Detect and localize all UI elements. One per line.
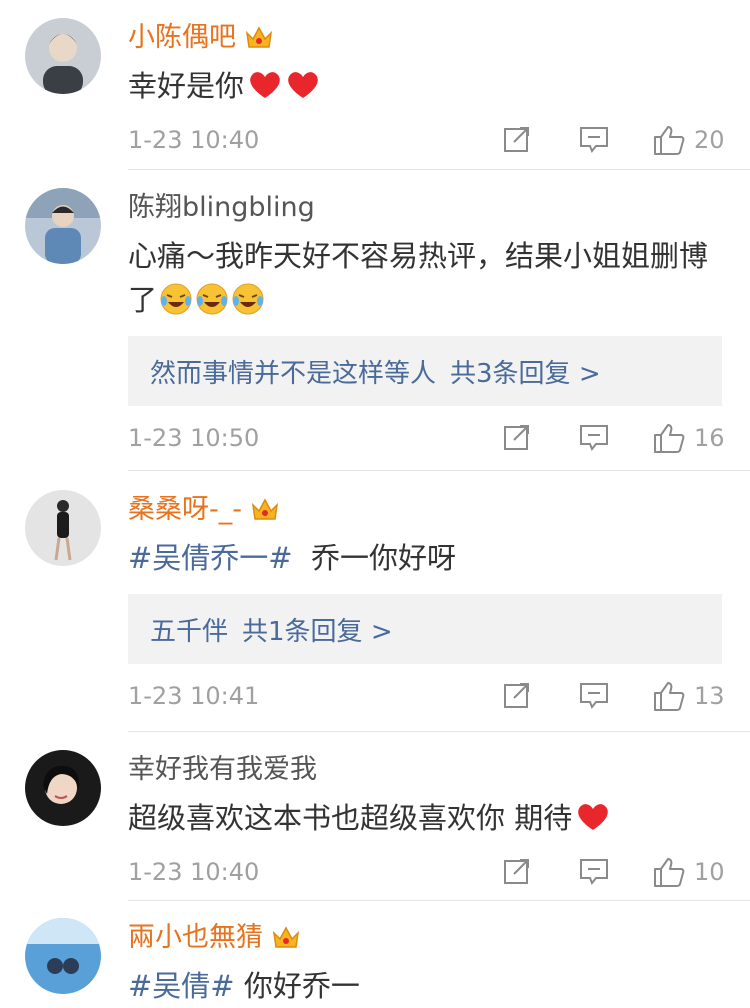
comment-time: 1-23 10:40 (128, 126, 260, 154)
reply-names: 然而事情并不是这样等人 (150, 358, 437, 389)
divider (128, 731, 750, 732)
comment-feed: 小陈偶吧 幸好是你 1-23 10:40 20 陈翔blingbling 心痛～… (0, 0, 750, 1003)
heart-emoji (286, 68, 320, 98)
comment-icon (580, 127, 608, 153)
username[interactable]: 幸好我有我爱我 (128, 750, 317, 790)
avatar[interactable] (25, 490, 101, 566)
comment-text: 幸好是你 (128, 64, 722, 108)
avatar[interactable] (25, 188, 101, 264)
share-icon (504, 683, 529, 708)
username[interactable]: 兩小也無猜 (128, 918, 263, 958)
like-count: 20 (694, 126, 725, 154)
comment-icon (580, 425, 608, 451)
comment-time: 1-23 10:41 (128, 682, 260, 710)
hashtag-link[interactable]: #吴倩# (128, 969, 235, 1003)
comment-text: #吴倩# 你好乔一 (128, 964, 722, 1008)
divider (128, 470, 750, 471)
reply-preview[interactable]: 然而事情并不是这样等人 共3条回复 > (128, 336, 722, 406)
comment-text: 心痛～我昨天好不容易热评，结果小姐姐删博了 (128, 234, 722, 322)
comment-icon (580, 859, 608, 885)
comment-button[interactable] (578, 124, 610, 154)
comment-time: 1-23 10:50 (128, 424, 260, 452)
thumb-up-icon (654, 424, 685, 453)
avatar[interactable] (25, 750, 101, 826)
reply-names: 五千伴 (150, 616, 229, 647)
heart-emoji (576, 800, 610, 830)
divider (128, 169, 750, 170)
comment-text-body: 乔一你好呀 (311, 541, 457, 575)
comment-button[interactable] (578, 680, 610, 710)
reply-count-link[interactable]: 共1条回复 > (242, 611, 393, 648)
comment-time: 1-23 10:40 (128, 858, 260, 886)
like-button[interactable]: 10 (652, 856, 725, 888)
thumb-up-icon (654, 126, 685, 155)
share-button[interactable] (502, 422, 532, 452)
like-button[interactable]: 13 (652, 680, 725, 712)
share-icon (504, 127, 529, 152)
username[interactable]: 小陈偶吧 (128, 18, 236, 58)
share-icon (504, 425, 529, 450)
username[interactable]: 桑桑呀-_- (128, 490, 242, 530)
comment-text: 超级喜欢这本书也超级喜欢你 期待 (128, 796, 722, 840)
comment-text: #吴倩乔一# 乔一你好呀 (128, 536, 722, 580)
heart-emoji (248, 68, 282, 98)
comment-button[interactable] (578, 856, 610, 886)
like-count: 13 (694, 682, 725, 710)
avatar[interactable] (25, 18, 101, 94)
thumb-up-icon (654, 682, 685, 711)
vip-crown-icon (250, 496, 280, 524)
like-button[interactable]: 16 (652, 422, 725, 454)
laugh-cry-emoji (231, 282, 265, 316)
reply-preview[interactable]: 五千伴 共1条回复 > (128, 594, 722, 664)
share-button[interactable] (502, 856, 532, 886)
like-count: 10 (694, 858, 725, 886)
vip-crown-icon (244, 24, 274, 52)
share-button[interactable] (502, 680, 532, 710)
reply-count-link[interactable]: 共3条回复 > (450, 353, 601, 390)
avatar[interactable] (25, 918, 101, 994)
comment-text-body: 超级喜欢这本书也超级喜欢你 期待 (128, 801, 573, 835)
vip-crown-icon (271, 924, 301, 952)
like-button[interactable]: 20 (652, 124, 725, 156)
laugh-cry-emoji (195, 282, 229, 316)
like-count: 16 (694, 424, 725, 452)
comment-text-body: 幸好是你 (128, 69, 245, 103)
divider (128, 900, 750, 901)
comment-text-body: 你好乔一 (243, 969, 360, 1003)
share-button[interactable] (502, 124, 532, 154)
username[interactable]: 陈翔blingbling (128, 188, 315, 228)
hashtag-link[interactable]: #吴倩乔一# (128, 541, 293, 575)
comment-icon (580, 683, 608, 709)
laugh-cry-emoji (159, 282, 193, 316)
share-icon (504, 859, 529, 884)
comment-button[interactable] (578, 422, 610, 452)
thumb-up-icon (654, 858, 685, 887)
